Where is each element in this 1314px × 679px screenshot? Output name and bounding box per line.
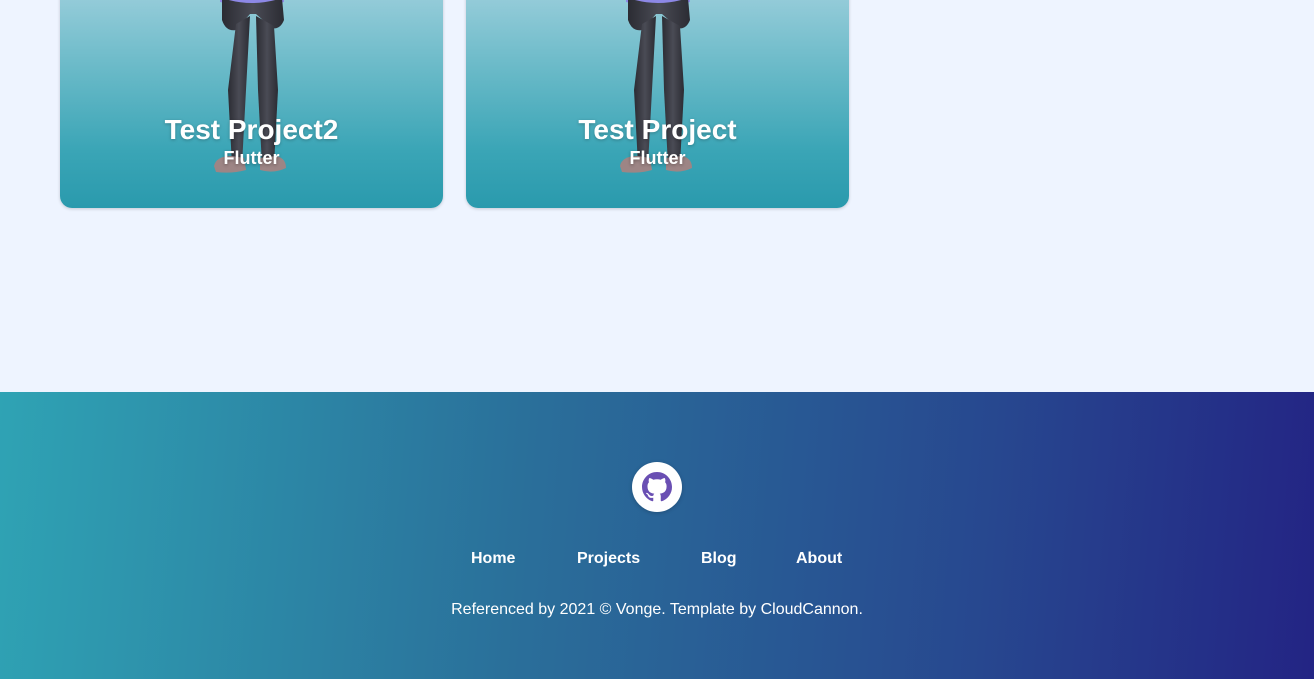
footer-nav-blog[interactable]: Blog — [701, 549, 737, 569]
project-card-text: Test Project Flutter — [466, 113, 849, 169]
site-footer: Home Projects Blog About Referenced by 2… — [0, 392, 1314, 679]
project-tag: Flutter — [629, 148, 686, 168]
footer-nav-projects[interactable]: Projects — [577, 549, 640, 569]
github-icon — [642, 472, 672, 502]
footer-nav-about[interactable]: About — [796, 549, 842, 569]
footer-nav-home[interactable]: Home — [471, 549, 515, 569]
project-title: Test Project — [578, 114, 737, 145]
project-title: Test Project2 — [164, 114, 339, 145]
project-card[interactable]: Test Project2 Flutter — [60, 0, 443, 208]
project-card-text: Test Project2 Flutter — [60, 113, 443, 169]
footer-nav: Home Projects Blog About — [0, 549, 1314, 569]
projects-grid: Test Project2 Flutter Test Project Flutt… — [0, 0, 1314, 392]
copyright-text: Referenced by 2021 © Vonge. Template by … — [451, 601, 863, 618]
github-link[interactable] — [632, 462, 682, 512]
project-tag: Flutter — [223, 148, 280, 168]
project-card[interactable]: Test Project Flutter — [466, 0, 849, 208]
